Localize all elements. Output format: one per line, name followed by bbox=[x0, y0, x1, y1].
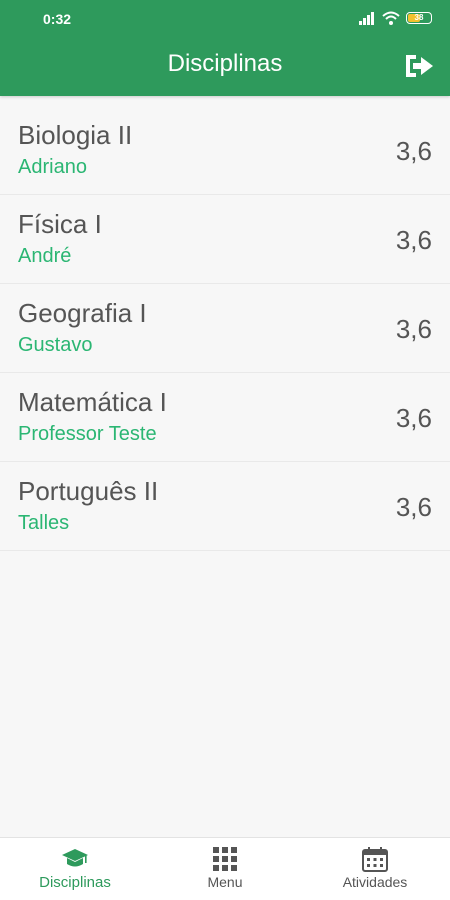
nav-label: Disciplinas bbox=[39, 874, 111, 891]
nav-item-atividades[interactable]: Atividades bbox=[300, 838, 450, 900]
list-item[interactable]: Matemática I Professor Teste 3,6 bbox=[0, 373, 450, 462]
list-item[interactable]: Biologia II Adriano 3,6 bbox=[0, 106, 450, 195]
teacher-name: André bbox=[18, 245, 72, 267]
nav-label: Menu bbox=[207, 874, 243, 890]
app-header: 0:32 38 Disciplinas bbox=[0, 0, 450, 96]
grade-value: 3,6 bbox=[395, 492, 432, 522]
list-item[interactable]: Física I André 3,6 bbox=[0, 195, 450, 284]
subject-name: Matemática I bbox=[18, 387, 167, 417]
subject-list: Biologia II Adriano 3,6 Física I André 3… bbox=[0, 106, 450, 551]
calendar-icon bbox=[362, 847, 388, 872]
subject-name: Geografia I bbox=[18, 298, 147, 328]
bottom-navigation: Disciplinas Menu Atividades bbox=[0, 837, 450, 900]
subject-name: Português II bbox=[18, 476, 159, 506]
nav-item-disciplinas[interactable]: Disciplinas bbox=[0, 838, 150, 900]
list-item[interactable]: Geografia I Gustavo 3,6 bbox=[0, 284, 450, 373]
grade-value: 3,6 bbox=[395, 225, 432, 255]
teacher-name: Professor Teste bbox=[18, 423, 157, 445]
grade-value: 3,6 bbox=[395, 136, 432, 166]
logout-button[interactable] bbox=[402, 50, 436, 82]
teacher-name: Talles bbox=[18, 512, 70, 534]
signal-icon bbox=[358, 11, 376, 25]
graduation-cap-icon bbox=[62, 849, 88, 867]
status-icons: 38 bbox=[358, 10, 432, 26]
screen: 0:32 38 Disciplinas Biologia II Adriano … bbox=[0, 0, 450, 900]
nav-label: Atividades bbox=[342, 874, 408, 890]
grid-icon bbox=[213, 847, 237, 871]
teacher-name: Adriano bbox=[18, 156, 87, 178]
status-time: 0:32 bbox=[43, 11, 72, 27]
wifi-icon bbox=[382, 11, 400, 25]
grade-value: 3,6 bbox=[395, 314, 432, 344]
battery-icon: 38 bbox=[406, 12, 432, 24]
subject-name: Biologia II bbox=[18, 120, 133, 150]
page-title: Disciplinas bbox=[167, 50, 283, 77]
logout-icon bbox=[406, 55, 433, 77]
battery-level: 38 bbox=[414, 13, 424, 22]
teacher-name: Gustavo bbox=[18, 334, 93, 356]
grade-value: 3,6 bbox=[395, 403, 432, 433]
nav-item-menu[interactable]: Menu bbox=[150, 838, 300, 900]
status-bar: 0:32 38 bbox=[0, 0, 450, 36]
subject-name: Física I bbox=[18, 209, 102, 239]
list-item[interactable]: Português II Talles 3,6 bbox=[0, 462, 450, 551]
